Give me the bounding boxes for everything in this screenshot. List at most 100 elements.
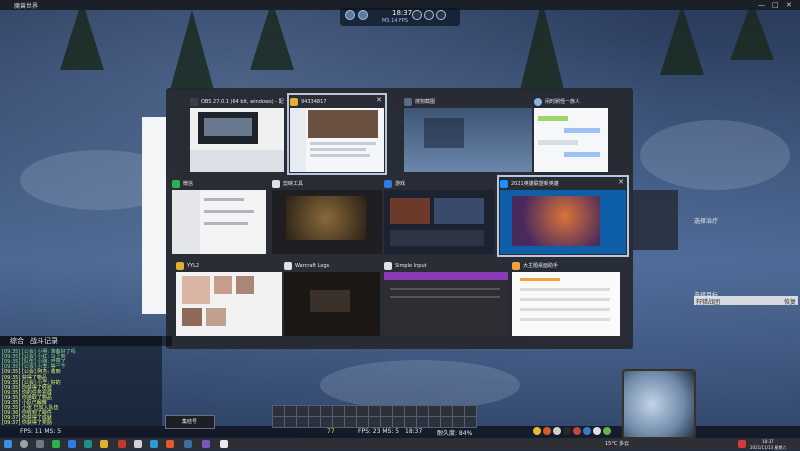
- switcher-tile-yy[interactable]: YYL2: [176, 260, 282, 336]
- wechat-icon[interactable]: [52, 440, 60, 448]
- game-time: 18:37: [405, 428, 423, 435]
- switcher-tile-chat[interactable]: 闲时刷怪一族人: [534, 96, 628, 172]
- windows-start-icon[interactable]: [4, 440, 12, 448]
- tile-thumbnail: [404, 108, 532, 172]
- tile-label: Simple Input: [395, 262, 427, 269]
- background-window[interactable]: [142, 117, 166, 314]
- action-slot[interactable]: [464, 416, 477, 428]
- clock-icon: [412, 10, 422, 20]
- tile-thumbnail: [290, 108, 384, 172]
- help-icon[interactable]: [603, 427, 611, 435]
- weather-readout[interactable]: 15°C 多云: [605, 440, 629, 447]
- unit-name: 集结号: [182, 419, 198, 425]
- tile-label: 大主题桌面助手: [523, 263, 559, 269]
- tile-label: 剪映工具: [283, 181, 304, 187]
- store-icon: [384, 179, 392, 188]
- app-icon[interactable]: [118, 440, 126, 448]
- tree: [170, 10, 214, 90]
- achievement-icon[interactable]: [533, 427, 541, 435]
- snow-patch: [640, 120, 790, 190]
- tile-thumbnail: [172, 190, 266, 254]
- fps-readout: FPS: 11 MS: 5: [20, 428, 62, 435]
- switcher-tile-screenshot[interactable]: 搜狗截图: [404, 96, 532, 172]
- switcher-tile-editor[interactable]: 剪映工具: [272, 178, 382, 254]
- store-icon[interactable]: [593, 427, 601, 435]
- maximize-button[interactable]: □: [772, 1, 779, 9]
- switcher-tile-wechat[interactable]: 微信: [172, 178, 266, 254]
- switcher-tile-qq[interactable]: 94334817 ✕: [287, 93, 387, 175]
- tile-thumbnail: [284, 272, 380, 336]
- target-bar: 狩猎战团 恢复: [694, 296, 798, 306]
- refresh-icon: [424, 10, 434, 20]
- latency-readout: MS 14 FPS: [382, 18, 409, 24]
- tile-label: OBS 27.0.1 (64 bit, windows) - 配置文件: 未..…: [201, 99, 284, 105]
- assistant-icon: [512, 261, 520, 270]
- tile-thumbnail: [384, 190, 494, 254]
- qq-icon: [290, 97, 298, 106]
- settings-icon: [436, 10, 446, 20]
- target-name: 狩猎战团: [696, 299, 721, 306]
- tile-thumbnail: [500, 190, 626, 254]
- tree: [520, 0, 564, 90]
- window-icon: [384, 261, 392, 270]
- tile-label: 搜狗截图: [415, 99, 436, 105]
- quest-icon[interactable]: [543, 427, 551, 435]
- side-panel: [633, 190, 678, 250]
- fps-readout: FPS: 23 MS: 5: [358, 428, 400, 435]
- chat-tab-combatlog[interactable]: 战斗记录: [30, 336, 58, 346]
- close-button[interactable]: ✕: [786, 1, 792, 9]
- folder-icon[interactable]: [100, 440, 108, 448]
- app-icon[interactable]: [84, 440, 92, 448]
- lfg-icon[interactable]: [563, 427, 571, 435]
- switcher-tile-store[interactable]: 游戏: [384, 178, 494, 254]
- switcher-tile-obs[interactable]: OBS 27.0.1 (64 bit, windows) - 配置文件: 未..…: [190, 96, 284, 172]
- guild-icon[interactable]: [553, 427, 561, 435]
- buff-icon: [345, 10, 355, 20]
- tile-label: YYL2: [187, 262, 200, 269]
- tile-label: 游戏: [395, 181, 406, 187]
- close-icon[interactable]: ✕: [376, 96, 382, 104]
- app-icon[interactable]: [202, 440, 210, 448]
- edge-icon[interactable]: [68, 440, 76, 448]
- app-icon[interactable]: [134, 440, 142, 448]
- switcher-tile-lol[interactable]: 2021英雄联盟新英雄 ✕: [497, 175, 629, 257]
- ammo-count: 77: [327, 428, 335, 435]
- chat-frame: 综合 战斗记录 [09:35] [公会] 小明: 准备好了吗 [09:35] [公…: [0, 336, 172, 426]
- app-icon[interactable]: [220, 440, 228, 448]
- browser-icon: [500, 179, 508, 188]
- editor-icon: [272, 179, 280, 188]
- close-icon[interactable]: ✕: [618, 178, 624, 186]
- target-spec: 恢复: [783, 299, 796, 306]
- durability: 耐久度: 84%: [437, 430, 473, 437]
- tile-label: 2021英雄联盟新英雄: [511, 181, 559, 187]
- search-icon[interactable]: [20, 440, 28, 448]
- tile-thumbnail: [512, 272, 620, 336]
- tile-label: 闲时刷怪一族人: [545, 99, 581, 105]
- switcher-tile-warcraftlogs[interactable]: Warcraft Logs: [284, 260, 380, 336]
- app-icon[interactable]: [150, 440, 158, 448]
- taskbar-date: 2021/11/13 星期六: [750, 445, 787, 450]
- tile-thumbnail: [190, 108, 284, 172]
- minimap[interactable]: [622, 369, 696, 439]
- action-bar: [272, 405, 477, 428]
- tile-thumbnail: [384, 272, 508, 336]
- avatar: [534, 97, 542, 106]
- tree: [250, 0, 294, 70]
- target-label: 选择治疗: [694, 218, 719, 225]
- taskbar-clock[interactable]: 18:37: [762, 439, 774, 444]
- unit-portrait[interactable]: 集结号: [165, 415, 215, 429]
- tile-label: 94334817: [301, 98, 327, 105]
- task-view-icon[interactable]: [36, 440, 44, 448]
- chat-tab-general[interactable]: 综合: [10, 336, 24, 346]
- app-icon[interactable]: [184, 440, 192, 448]
- switcher-tile-assistant[interactable]: 大主题桌面助手: [512, 260, 620, 336]
- collection-icon[interactable]: [573, 427, 581, 435]
- app-icon[interactable]: [166, 440, 174, 448]
- tile-thumbnail: [176, 272, 282, 336]
- switcher-tile-simpleinput[interactable]: Simple Input: [384, 260, 508, 336]
- minimize-button[interactable]: —: [758, 1, 765, 9]
- journal-icon[interactable]: [583, 427, 591, 435]
- tree: [660, 5, 704, 75]
- chat-tabs: 综合 战斗记录: [0, 336, 172, 346]
- input-method-icon[interactable]: [738, 440, 746, 448]
